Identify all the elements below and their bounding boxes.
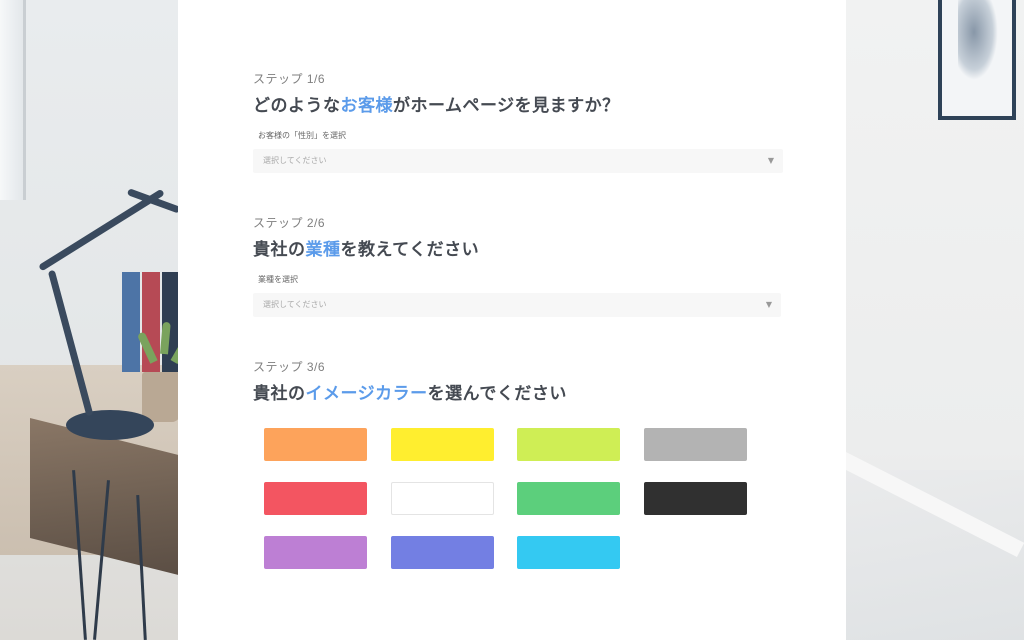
background-lamp-base [66,410,154,440]
chevron-down-icon: ▼ [767,156,774,165]
color-swatch-yellow[interactable] [390,428,494,461]
background-window [0,0,26,200]
step-1-title-post: がホームページを見ますか？ [393,96,620,116]
background-plant-pot [142,372,180,422]
step-2-title-post: を教えてください [340,240,480,260]
step-3-title-highlight: イメージカラー [305,384,428,404]
color-swatch-red[interactable] [264,482,367,515]
gender-select-placeholder: 選択してください [263,156,327,165]
color-swatch-lime[interactable] [517,428,620,461]
industry-select-placeholder: 選択してください [263,300,327,309]
color-swatch-white[interactable] [390,482,494,515]
step-3-title-post: を選んでください [427,384,567,404]
color-swatch-sky-blue[interactable] [517,536,620,569]
step-2-title-highlight: 業種 [305,240,341,260]
step-2-title-pre: 貴社の [253,240,306,260]
gender-select[interactable]: 選択してください ▼ [253,149,783,173]
background-picture-frame [938,0,1016,120]
step-1-title: どのようなお客様がホームページを見ますか？ [253,91,783,116]
color-swatch-orange[interactable] [264,428,367,461]
step-1-title-pre: どのような [253,96,341,116]
step-1-section: ステップ 1/6 どのようなお客様がホームページを見ますか？ お客様の「性別」を… [253,70,783,173]
background-floor [846,470,1024,640]
step-1-label: ステップ 1/6 [253,72,326,86]
color-swatch-purple[interactable] [264,536,367,569]
industry-select[interactable]: 選択してください ▼ [253,293,781,317]
step-3-title-pre: 貴社の [253,384,306,404]
step-2-section: ステップ 2/6 貴社の業種を教えてください 業種を選択 選択してください ▼ [253,214,781,317]
color-swatch-blue-violet[interactable] [390,536,494,569]
color-swatch-green[interactable] [517,482,620,515]
step-2-title: 貴社の業種を教えてください [253,235,781,260]
industry-field-label: 業種を選択 [258,275,298,284]
step-3-title: 貴社のイメージカラーを選んでください [253,379,567,404]
color-swatch-black[interactable] [643,482,747,515]
gender-field-label: お客様の「性別」を選択 [258,131,346,140]
step-1-title-highlight: お客様 [340,96,393,116]
step-3-label: ステップ 3/6 [253,360,326,374]
step-3-section: ステップ 3/6 貴社のイメージカラーを選んでください [253,358,567,404]
step-2-label: ステップ 2/6 [253,216,326,230]
color-swatch-gray[interactable] [643,428,747,461]
chevron-down-icon: ▼ [765,300,772,309]
background-picture-art [958,0,998,80]
background-book [122,272,140,372]
form-panel: ステップ 1/6 どのようなお客様がホームページを見ますか？ お客様の「性別」を… [178,0,846,640]
